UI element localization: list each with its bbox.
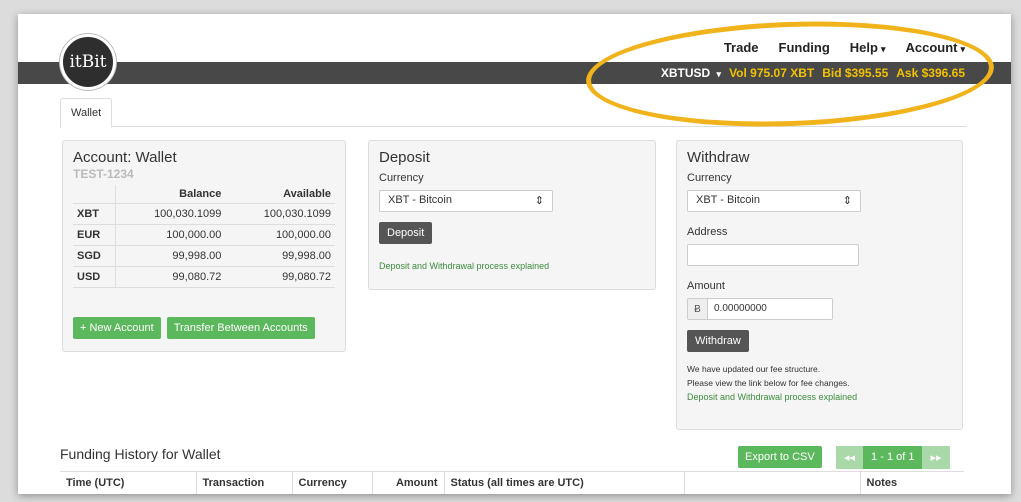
amount-label: Amount [687, 280, 725, 292]
balance-value: 99,998.00 [115, 245, 226, 267]
deposit-title: Deposit [379, 149, 430, 166]
amount-value: 0.00000000 [714, 303, 767, 314]
table-row: USD 99,080.72 99,080.72 [73, 266, 335, 288]
available-value: 100,000.00 [225, 224, 335, 246]
deposit-process-link[interactable]: Deposit and Withdrawal process explained [379, 261, 549, 271]
withdraw-process-link[interactable]: Deposit and Withdrawal process explained [687, 392, 857, 402]
table-row: EUR 100,000.00 100,000.00 [73, 224, 335, 246]
col-currency[interactable]: Currency [292, 471, 373, 494]
balance-value: 100,030.1099 [115, 203, 226, 225]
available-header: Available [225, 185, 335, 204]
app-window: Trade Funding Help ▾ Account ▾ itBit XBTUS… [18, 14, 1011, 494]
available-value: 100,030.1099 [225, 203, 335, 225]
table-row: XBT 100,030.1099 100,030.1099 [73, 203, 335, 225]
available-value: 99,998.00 [225, 245, 335, 267]
withdraw-button[interactable]: Withdraw [687, 330, 749, 352]
itbit-logo[interactable]: itBit [60, 34, 116, 90]
new-account-button[interactable]: + New Account [73, 317, 161, 339]
withdraw-panel: Withdraw Currency XBT - Bitcoin ⇕ Addres… [676, 140, 963, 430]
export-csv-button[interactable]: Export to CSV [738, 446, 822, 468]
col-transaction[interactable]: Transaction [196, 471, 293, 494]
balance-header-blank [73, 185, 116, 204]
account-id: TEST-1234 [73, 167, 134, 181]
available-value: 99,080.72 [225, 266, 335, 288]
logo-text: itBit [69, 52, 107, 72]
col-status[interactable]: Status (all times are UTC) [444, 471, 685, 494]
deposit-currency-select[interactable]: XBT - Bitcoin ⇕ [379, 190, 553, 212]
table-row: SGD 99,998.00 99,998.00 [73, 245, 335, 267]
address-input[interactable] [687, 244, 859, 266]
tab-wallet[interactable]: Wallet [60, 98, 113, 128]
withdraw-currency-label: Currency [687, 172, 732, 184]
fee-note-line2: Please view the link below for fee chang… [687, 378, 850, 388]
bitcoin-icon: Ƀ [688, 299, 708, 319]
pagination: ◂◂ 1 - 1 of 1 ▸▸ [836, 446, 950, 469]
withdraw-currency-value: XBT - Bitcoin [696, 194, 760, 206]
col-notes[interactable]: Notes [860, 471, 964, 494]
funding-history-table: Time (UTC) Transaction Currency Amount S… [60, 471, 964, 494]
deposit-button[interactable]: Deposit [379, 222, 433, 244]
account-panel: Account: Wallet TEST-1234 Balance Availa… [62, 140, 346, 352]
account-title: Account: Wallet [73, 149, 177, 166]
select-arrows-icon: ⇕ [842, 195, 852, 207]
balance-header: Balance [115, 185, 226, 204]
balance-table: Balance Available XBT 100,030.1099 100,0… [73, 185, 335, 288]
deposit-panel: Deposit Currency XBT - Bitcoin ⇕ Deposit… [368, 140, 656, 290]
transfer-between-accounts-button[interactable]: Transfer Between Accounts [166, 317, 315, 339]
previous-page-icon[interactable]: ◂◂ [836, 446, 864, 469]
balance-value: 99,080.72 [115, 266, 226, 288]
col-amount[interactable]: Amount [372, 471, 445, 494]
page-info: 1 - 1 of 1 [863, 446, 923, 469]
col-time[interactable]: Time (UTC) [60, 471, 197, 494]
currency-code: EUR [73, 224, 116, 246]
fee-note-line1: We have updated our fee structure. [687, 364, 821, 374]
funding-history-title: Funding History for Wallet [60, 446, 221, 462]
withdraw-title: Withdraw [687, 149, 750, 166]
currency-code: USD [73, 266, 116, 288]
deposit-currency-label: Currency [379, 172, 424, 184]
next-page-icon[interactable]: ▸▸ [922, 446, 950, 469]
col-blank [684, 471, 861, 494]
deposit-currency-value: XBT - Bitcoin [388, 194, 452, 206]
tab-divider [60, 126, 967, 127]
withdraw-currency-select[interactable]: XBT - Bitcoin ⇕ [687, 190, 861, 212]
account-actions: + New Account Transfer Between Accounts [73, 317, 315, 339]
address-label: Address [687, 226, 728, 238]
select-arrows-icon: ⇕ [534, 195, 544, 207]
balance-value: 100,000.00 [115, 224, 226, 246]
amount-input[interactable]: Ƀ 0.00000000 [687, 298, 833, 320]
currency-code: XBT [73, 203, 116, 225]
currency-code: SGD [73, 245, 116, 267]
